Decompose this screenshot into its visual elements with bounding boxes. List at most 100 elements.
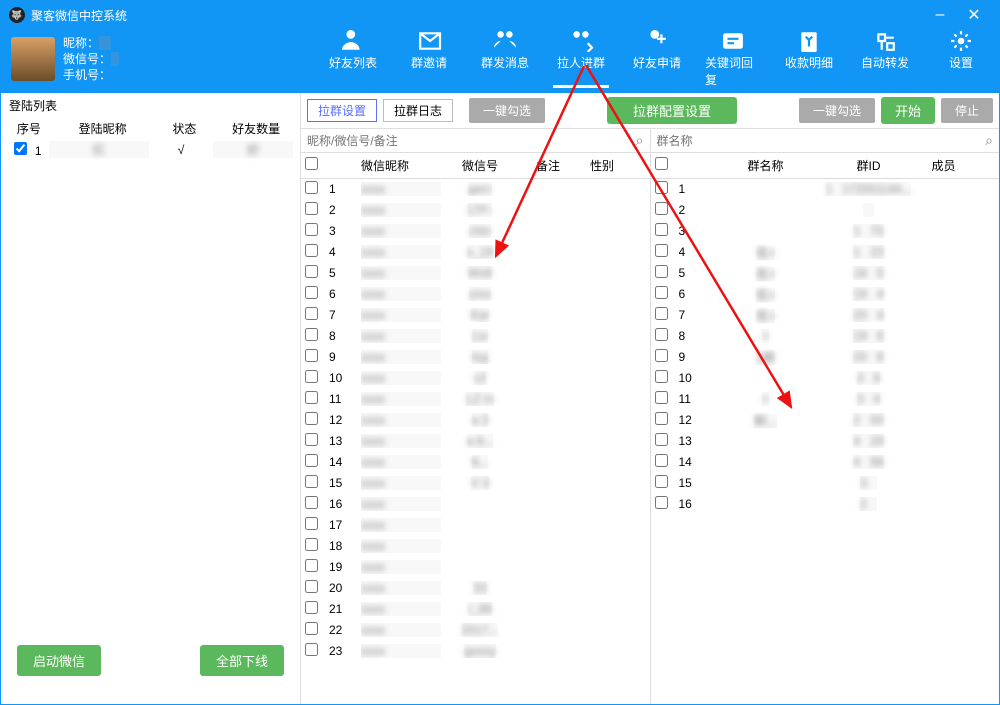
search-icon[interactable]: ⌕ xyxy=(636,132,644,149)
friend-checkbox[interactable] xyxy=(305,370,318,383)
group-row[interactable]: 103 9 xyxy=(651,368,1000,389)
friend-row[interactable]: 22xxxx2017... xyxy=(301,620,650,641)
group-checkbox[interactable] xyxy=(655,181,668,194)
group-row[interactable]: 12鲜...2 00 xyxy=(651,410,1000,431)
group-config-button[interactable]: 拉群配置设置 xyxy=(607,97,737,124)
friend-row[interactable]: 20xxxx33 xyxy=(301,578,650,599)
group-row[interactable]: 6名>19 4 xyxy=(651,284,1000,305)
friend-checkbox[interactable] xyxy=(305,244,318,257)
check-all-right-button[interactable]: 一键勾选 xyxy=(799,98,875,123)
login-row-checkbox[interactable] xyxy=(14,142,27,155)
friend-row[interactable]: 5xxxxWs8 xyxy=(301,263,650,284)
tab-pull-settings[interactable]: 拉群设置 xyxy=(307,99,377,122)
group-row[interactable]: 134 29 xyxy=(651,431,1000,452)
nav-3[interactable]: 拉人进群 xyxy=(553,30,609,88)
friend-checkbox[interactable] xyxy=(305,391,318,404)
groups-select-all[interactable] xyxy=(655,157,668,170)
friend-row[interactable]: 14xxxx 8... xyxy=(301,452,650,473)
friend-row[interactable]: 12xxxxa 3 xyxy=(301,410,650,431)
friend-checkbox[interactable] xyxy=(305,265,318,278)
friend-checkbox[interactable] xyxy=(305,328,318,341)
login-row[interactable]: 1红√好 xyxy=(1,139,300,160)
friend-row[interactable]: 2xxxxLTF- xyxy=(301,200,650,221)
nav-0[interactable]: 好友列表 xyxy=(325,30,381,88)
friends-search-input[interactable] xyxy=(307,134,636,148)
close-button[interactable]: ✕ xyxy=(957,5,991,25)
friend-checkbox[interactable] xyxy=(305,601,318,614)
all-offline-button[interactable]: 全部下线 xyxy=(200,645,284,676)
group-row[interactable]: 11>3 4 xyxy=(651,389,1000,410)
friend-checkbox[interactable] xyxy=(305,307,318,320)
friend-row[interactable]: 9xxxxlog xyxy=(301,347,650,368)
friend-checkbox[interactable] xyxy=(305,454,318,467)
friend-checkbox[interactable] xyxy=(305,202,318,215)
nav-2[interactable]: 群发消息 xyxy=(477,30,533,88)
group-checkbox[interactable] xyxy=(655,391,668,404)
group-row[interactable]: 7名>20 4 xyxy=(651,305,1000,326)
minimize-button[interactable]: – xyxy=(923,6,957,24)
friend-checkbox[interactable] xyxy=(305,538,318,551)
friend-checkbox[interactable] xyxy=(305,286,318,299)
friend-checkbox[interactable] xyxy=(305,496,318,509)
group-row[interactable]: 31 75 xyxy=(651,221,1000,242)
group-row[interactable]: 8>19 6 xyxy=(651,326,1000,347)
group-checkbox[interactable] xyxy=(655,202,668,215)
friend-checkbox[interactable] xyxy=(305,433,318,446)
nav-6[interactable]: 收款明细 xyxy=(781,30,837,88)
nav-8[interactable]: 设置 xyxy=(933,30,989,88)
group-checkbox[interactable] xyxy=(655,412,668,425)
group-checkbox[interactable] xyxy=(655,454,668,467)
start-button[interactable]: 开始 xyxy=(881,97,935,124)
groups-search-input[interactable] xyxy=(657,134,986,148)
search-icon[interactable]: ⌕ xyxy=(985,132,993,149)
tab-pull-log[interactable]: 拉群日志 xyxy=(383,99,453,122)
group-row[interactable]: 2 xyxy=(651,200,1000,221)
group-checkbox[interactable] xyxy=(655,433,668,446)
friend-row[interactable]: 19xxxx xyxy=(301,557,650,578)
friend-row[interactable]: 8xxxxLiv xyxy=(301,326,650,347)
group-checkbox[interactable] xyxy=(655,286,668,299)
group-checkbox[interactable] xyxy=(655,475,668,488)
friend-checkbox[interactable] xyxy=(305,475,318,488)
group-checkbox[interactable] xyxy=(655,265,668,278)
friend-checkbox[interactable] xyxy=(305,517,318,530)
nav-7[interactable]: 自动转发 xyxy=(857,30,913,88)
friend-checkbox[interactable] xyxy=(305,223,318,236)
friend-row[interactable]: 15xxxxV 3 xyxy=(301,473,650,494)
friend-checkbox[interactable] xyxy=(305,580,318,593)
check-all-left-button[interactable]: 一键勾选 xyxy=(469,98,545,123)
friend-row[interactable]: 11xxxxLZ m xyxy=(301,389,650,410)
group-checkbox[interactable] xyxy=(655,370,668,383)
friend-checkbox[interactable] xyxy=(305,412,318,425)
friend-checkbox[interactable] xyxy=(305,349,318,362)
friend-row[interactable]: 21xxxx/_98 xyxy=(301,599,650,620)
group-checkbox[interactable] xyxy=(655,496,668,509)
friend-checkbox[interactable] xyxy=(305,559,318,572)
friend-row[interactable]: 7xxxxKar xyxy=(301,305,650,326)
friend-row[interactable]: 4xxxxv_19 xyxy=(301,242,650,263)
friend-row[interactable]: 3xxxxchin xyxy=(301,221,650,242)
friends-select-all[interactable] xyxy=(305,157,318,170)
group-row[interactable]: 4名>1 23 xyxy=(651,242,1000,263)
friend-row[interactable]: 6xxxxzmx xyxy=(301,284,650,305)
friend-checkbox[interactable] xyxy=(305,622,318,635)
group-checkbox[interactable] xyxy=(655,349,668,362)
friend-row[interactable]: 13xxxxa 8... xyxy=(301,431,650,452)
group-row[interactable]: 11 172001144... xyxy=(651,179,1000,200)
friend-checkbox[interactable] xyxy=(305,643,318,656)
friend-row[interactable]: 23xxxxgxxny xyxy=(301,641,650,662)
group-checkbox[interactable] xyxy=(655,223,668,236)
start-wechat-button[interactable]: 启动微信 xyxy=(17,645,101,676)
friend-row[interactable]: 1xxxxgerc xyxy=(301,179,650,200)
nav-1[interactable]: 群邀请 xyxy=(401,30,457,88)
group-row[interactable]: 144 98 xyxy=(651,452,1000,473)
group-checkbox[interactable] xyxy=(655,328,668,341)
friend-checkbox[interactable] xyxy=(305,181,318,194)
nav-5[interactable]: 关键词回复 xyxy=(705,30,761,88)
group-row[interactable]: 162 xyxy=(651,494,1000,515)
group-row[interactable]: 153 xyxy=(651,473,1000,494)
friend-row[interactable]: 18xxxx xyxy=(301,536,650,557)
stop-button[interactable]: 停止 xyxy=(941,98,993,123)
friend-row[interactable]: 10xxxxc2 xyxy=(301,368,650,389)
group-checkbox[interactable] xyxy=(655,307,668,320)
